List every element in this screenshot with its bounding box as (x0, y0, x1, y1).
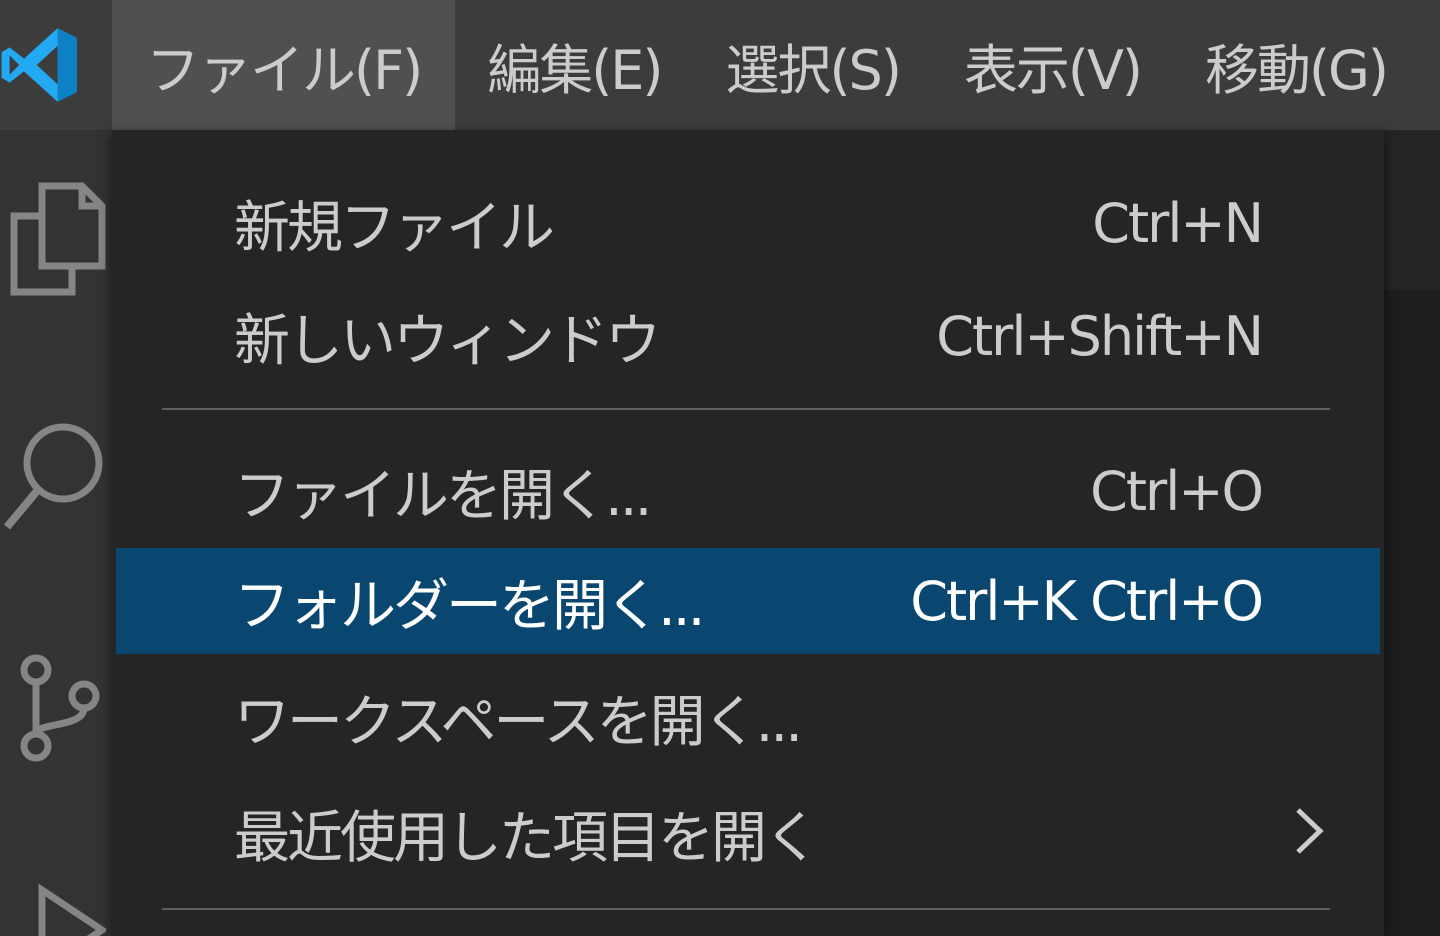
menu-edit[interactable]: 編集(E) (455, 0, 693, 130)
menu-item-new-window[interactable]: 新しいウィンドウ Ctrl+Shift+N (116, 283, 1380, 389)
menu-item-label: ワークスペースを開く... (234, 689, 803, 755)
vscode-window: ファイル(F) 編集(E) 選択(S) 表示(V) 移動(G) 新規ファイル C… (0, 0, 1440, 936)
menu-item-shortcut: Ctrl+Shift+N (936, 304, 1264, 368)
menu-item-shortcut: Ctrl+N (1092, 191, 1264, 255)
menu-item-new-file[interactable]: 新規ファイル Ctrl+N (116, 170, 1380, 276)
menu-item-label: 最近使用した項目を開く (234, 805, 820, 871)
search-icon[interactable] (0, 415, 112, 535)
menu-item-open-file[interactable]: ファイルを開く... Ctrl+O (116, 438, 1380, 544)
menu-item-label: ファイルを開く... (234, 463, 652, 529)
menu-file[interactable]: ファイル(F) (112, 0, 456, 130)
menu-item-shortcut: Ctrl+O (1090, 459, 1264, 523)
menu-item-open-workspace[interactable]: ワークスペースを開く... (116, 664, 1380, 770)
vscode-logo-icon (0, 0, 112, 130)
menu-item-label: 新規ファイル (234, 195, 555, 261)
menu-separator (162, 908, 1330, 910)
run-debug-icon[interactable] (0, 880, 112, 936)
menu-separator (162, 408, 1330, 410)
menu-item-label: 新しいウィンドウ (234, 308, 661, 374)
editor-tab-strip (1384, 130, 1440, 290)
menu-item-open-folder[interactable]: フォルダーを開く... Ctrl+K Ctrl+O (116, 548, 1380, 654)
menu-selection[interactable]: 選択(S) (693, 0, 931, 130)
menu-view[interactable]: 表示(V) (932, 0, 1173, 130)
explorer-icon[interactable] (0, 180, 112, 300)
file-menu-dropdown: 新規ファイル Ctrl+N 新しいウィンドウ Ctrl+Shift+N ファイル… (112, 130, 1384, 936)
menu-item-label: フォルダーを開く... (234, 573, 705, 639)
chevron-right-icon (1294, 806, 1324, 860)
menu-go[interactable]: 移動(G) (1173, 0, 1419, 130)
activity-bar (0, 130, 112, 936)
menu-item-shortcut: Ctrl+K Ctrl+O (910, 569, 1264, 633)
menu-bar: ファイル(F) 編集(E) 選択(S) 表示(V) 移動(G) (0, 0, 1440, 130)
source-control-icon[interactable] (0, 650, 112, 770)
menu-item-open-recent[interactable]: 最近使用した項目を開く (116, 780, 1380, 886)
